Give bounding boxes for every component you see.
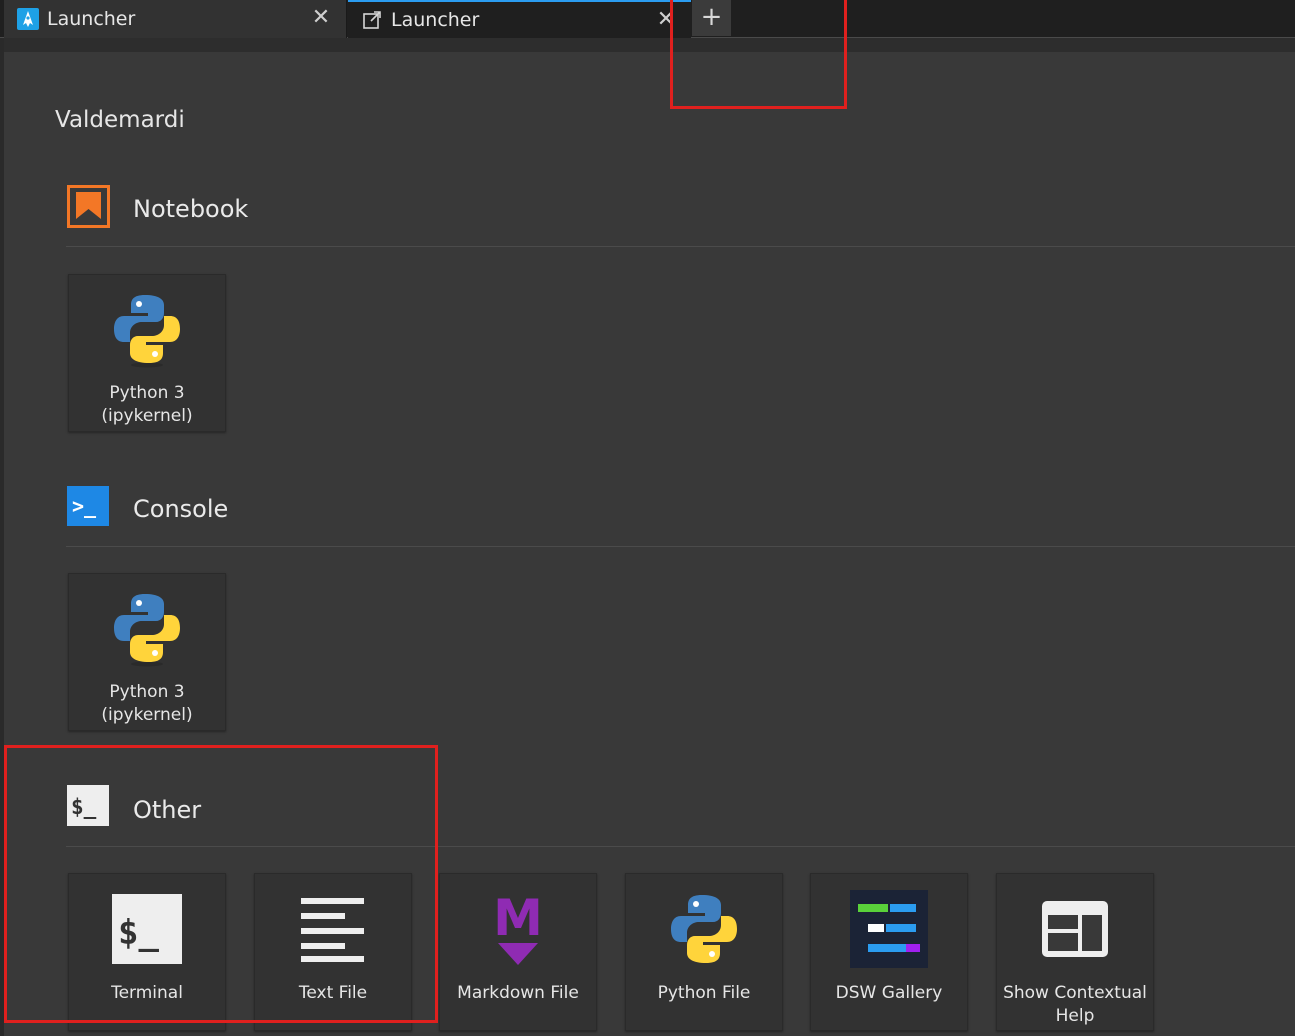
tab-strip-gap — [4, 38, 1295, 52]
markdown-icon: M — [440, 884, 596, 974]
launcher-card-console-python3[interactable]: Python 3 (ipykernel) — [68, 573, 226, 731]
python-logo-icon — [69, 285, 225, 375]
launcher-card-dsw-gallery[interactable]: DSW Gallery — [810, 873, 968, 1031]
card-label: Python 3 (ipykernel) — [101, 383, 193, 426]
notebook-bookmark-icon — [67, 185, 110, 228]
section-divider — [66, 246, 1295, 247]
card-label: Show Contextual Help — [1003, 983, 1147, 1026]
card-label: Markdown File — [457, 983, 579, 1003]
console-prompt-icon: >_ — [67, 486, 109, 526]
card-label: Python File — [657, 983, 751, 1003]
launcher-card-markdown-file[interactable]: M Markdown File — [439, 873, 597, 1031]
current-directory: Valdemardi — [55, 107, 185, 133]
tab-label: Launcher — [391, 9, 480, 31]
annotation-highlight-other — [4, 745, 438, 1023]
tab-label: Launcher — [47, 8, 136, 30]
python-logo-icon — [626, 884, 782, 974]
launcher-rocket-icon — [17, 8, 39, 30]
annotation-highlight-add-tab — [670, 0, 847, 109]
tab-bar: Launcher ✕ Launcher ✕ + — [0, 0, 1295, 38]
python-logo-icon — [69, 584, 225, 674]
launcher-card-python-file[interactable]: Python File — [625, 873, 783, 1031]
tab-launcher-1[interactable]: Launcher ✕ — [4, 0, 347, 38]
section-divider — [66, 546, 1295, 547]
tab-launcher-2[interactable]: Launcher ✕ — [348, 0, 691, 38]
section-title-console: Console — [133, 495, 229, 523]
external-link-icon — [361, 9, 383, 31]
close-icon[interactable]: ✕ — [310, 7, 332, 29]
section-title-notebook: Notebook — [133, 195, 249, 223]
card-label: DSW Gallery — [835, 983, 943, 1003]
dsw-gallery-icon — [811, 884, 967, 974]
launcher-card-contextual-help[interactable]: Show Contextual Help — [996, 873, 1154, 1031]
card-label: Python 3 (ipykernel) — [101, 682, 193, 725]
markdown-glyph: M — [493, 891, 543, 947]
launcher-card-notebook-python3[interactable]: Python 3 (ipykernel) — [68, 274, 226, 432]
contextual-help-icon — [997, 884, 1153, 974]
console-glyph: >_ — [72, 494, 97, 518]
